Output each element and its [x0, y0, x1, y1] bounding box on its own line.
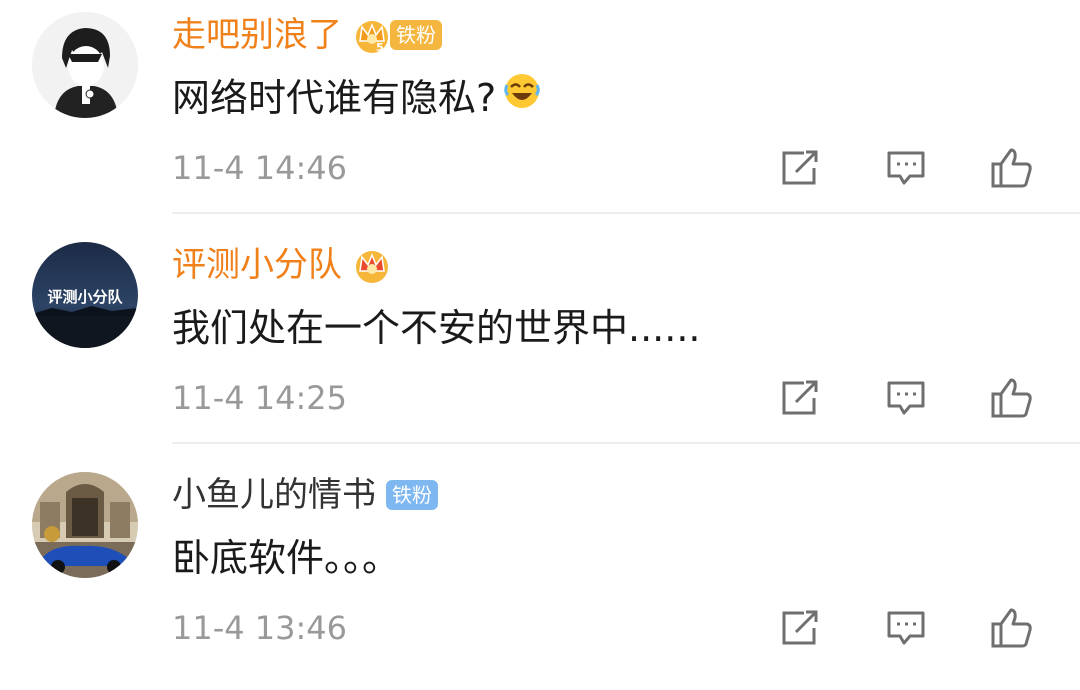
like-icon[interactable]	[984, 144, 1040, 192]
share-icon[interactable]	[772, 144, 828, 192]
username[interactable]: 走吧别浪了	[172, 10, 342, 60]
comment-text: 卧底软件。。。	[172, 536, 401, 580]
svg-text:5: 5	[376, 41, 384, 54]
comment-item: 小鱼儿的情书 铁粉 卧底软件。。。 11-4 13:46	[0, 460, 1080, 690]
comment-time: 11-4 13:46	[172, 609, 348, 647]
avatar[interactable]	[32, 12, 138, 118]
comment-item: 评测小分队 评测小分队 我们处在一个不安的世界中...... 11-4 14:2…	[0, 230, 1080, 460]
fan-badge: 铁粉	[390, 20, 442, 50]
comment-icon[interactable]	[878, 604, 934, 652]
comment-icon[interactable]	[878, 144, 934, 192]
comment-actions	[772, 604, 1040, 652]
crown-icon	[352, 245, 392, 285]
comment-time: 11-4 14:25	[172, 379, 348, 417]
comment-actions	[772, 144, 1040, 192]
like-icon[interactable]	[984, 604, 1040, 652]
svg-text:评测小分队: 评测小分队	[47, 288, 123, 306]
comment-item: 走吧别浪了 5 铁粉 网络时代谁有隐私? 11-4 14:46	[0, 0, 1080, 230]
laugh-cry-emoji	[502, 70, 542, 126]
comment-text: 网络时代谁有隐私?	[172, 76, 497, 120]
comment-time: 11-4 14:46	[172, 149, 348, 187]
comment-text-row: 我们处在一个不安的世界中......	[172, 300, 700, 356]
comment-text-row: 卧底软件。。。	[172, 530, 400, 586]
username[interactable]: 评测小分队	[172, 240, 342, 290]
comment-text: 我们处在一个不安的世界中......	[172, 306, 701, 350]
crown-icon: 5	[352, 15, 392, 55]
fan-badge: 铁粉	[386, 480, 438, 510]
divider	[172, 442, 1080, 444]
username[interactable]: 小鱼儿的情书	[172, 470, 376, 520]
like-icon[interactable]	[984, 374, 1040, 422]
comment-icon[interactable]	[878, 374, 934, 422]
comment-text-row: 网络时代谁有隐私?	[172, 70, 542, 126]
share-icon[interactable]	[772, 374, 828, 422]
avatar[interactable]: 评测小分队	[32, 242, 138, 348]
share-icon[interactable]	[772, 604, 828, 652]
avatar[interactable]	[32, 472, 138, 578]
divider	[172, 212, 1080, 214]
comment-actions	[772, 374, 1040, 422]
